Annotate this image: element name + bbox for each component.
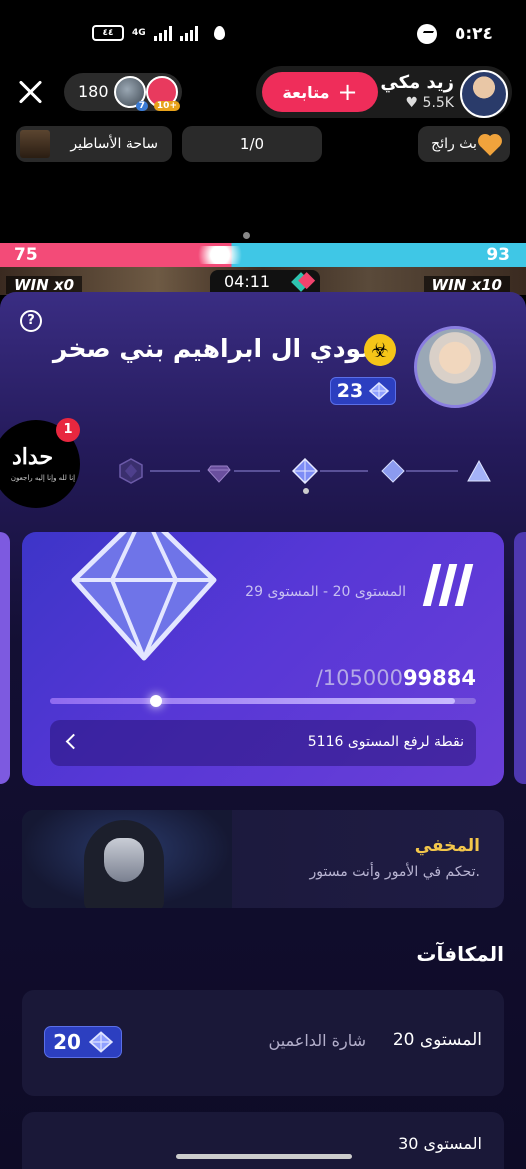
status-icons: ٤٤ 4G: [92, 25, 225, 41]
home-indicator[interactable]: [176, 1154, 352, 1159]
notification-badge: 1: [56, 418, 80, 442]
level-card: المستوى 20 - المستوى 29 /10500099884 511…: [22, 532, 504, 786]
mourning-title: حداد: [12, 444, 54, 470]
tier-roman-numeral: [422, 564, 474, 606]
diamond-icon: [88, 1031, 113, 1053]
viewer-level-badge: 10+: [153, 101, 180, 111]
tier-track: [110, 456, 500, 486]
reward-level: المستوى 30: [398, 1134, 482, 1153]
clock: ٥:٢٤: [455, 24, 493, 44]
stealth-illustration: [22, 810, 232, 908]
host-name: زيد مكي: [380, 72, 454, 93]
next-card-peek[interactable]: [514, 532, 526, 784]
viewer-pill[interactable]: 180 7 10+: [64, 73, 182, 111]
host-pill[interactable]: متابعة + زيد مكي ♥ 5.5K: [256, 66, 512, 118]
tier-4-icon[interactable]: [380, 458, 406, 484]
reward-name: شارة الداعمين: [268, 1031, 366, 1050]
broadcast-label: بث رائج: [431, 136, 477, 152]
biohazard-icon: ☣: [364, 334, 396, 366]
trending-broadcast-button[interactable]: بث رائج: [418, 126, 510, 162]
signal-icon-2: [179, 25, 198, 41]
signal-icon: [153, 25, 172, 41]
tier-2-icon[interactable]: [206, 458, 232, 484]
pk-left-score: 75: [14, 245, 38, 265]
tier-connector: [150, 470, 200, 472]
reward-level-badge: 20: [44, 1026, 122, 1058]
stealth-title: المخفي: [414, 836, 480, 856]
arena-button[interactable]: ساحة الأساطير: [16, 126, 172, 162]
level-sheet: ? حمودي ال ابراهيم بني صخر ☣ 23 حداد إنا…: [0, 292, 526, 1169]
level-range: المستوى 20 - المستوى 29: [245, 584, 406, 600]
viewer-level-badge: 7: [135, 101, 148, 111]
plus-icon: +: [337, 78, 358, 106]
chevron-left-icon: [65, 733, 82, 750]
status-bar: ٤٤ 4G ٥:٢٤: [0, 0, 526, 64]
progress-fill: [50, 698, 456, 704]
mask-icon: [104, 838, 144, 882]
viewer-avatar[interactable]: 10+: [146, 76, 180, 111]
pk-right-score: 93: [486, 245, 510, 265]
progress-numbers: /10500099884: [315, 666, 476, 690]
close-icon[interactable]: [16, 78, 44, 106]
data-saver-icon: [213, 26, 225, 40]
points-needed-row[interactable]: 5116 نقطة لرفع المستوى: [50, 720, 476, 766]
rewards-heading: المكافآت: [416, 942, 504, 966]
broken-heart-icon: [479, 136, 500, 156]
follow-button[interactable]: متابعة +: [262, 72, 378, 112]
arena-label: ساحة الأساطير: [70, 136, 158, 152]
tier-1-icon[interactable]: [118, 458, 144, 484]
stealth-mode-card[interactable]: المخفي تحكم في الأمور وأنت مستور.: [22, 810, 504, 908]
reward-card[interactable]: المستوى 20 شارة الداعمين 20: [22, 990, 504, 1096]
tier-indicator: [303, 488, 309, 494]
diamond-icon: [369, 382, 390, 400]
tier-connector: [234, 470, 280, 472]
viewer-count: 180: [78, 82, 109, 101]
host-avatar[interactable]: [460, 70, 508, 118]
match-score: 1/0: [182, 126, 322, 162]
reward-card[interactable]: المستوى 30: [22, 1112, 504, 1169]
tier-3-icon[interactable]: [292, 458, 318, 484]
help-icon[interactable]: ?: [20, 310, 42, 332]
pk-score-bar: 75 93: [0, 243, 526, 267]
user-avatar[interactable]: [414, 326, 496, 408]
battery-icon: ٤٤: [92, 25, 124, 41]
follow-label: متابعة: [282, 82, 330, 102]
diamond-icon-large: [71, 532, 217, 661]
user-name: حمودي ال ابراهيم بني صخر: [52, 334, 396, 363]
prev-card-peek[interactable]: [0, 532, 10, 784]
messenger-icon: [417, 24, 437, 44]
arena-thumbnail: [20, 130, 50, 158]
tier-connector: [320, 470, 368, 472]
tier-5-icon[interactable]: [466, 458, 492, 484]
host-likes: ♥ 5.5K: [405, 95, 454, 111]
points-needed-text: 5116 نقطة لرفع المستوى: [307, 734, 464, 750]
progress-glow: [150, 695, 162, 707]
pk-timer: 04:11: [210, 270, 320, 294]
network-label: 4G: [132, 28, 146, 38]
progress-bar: [50, 695, 476, 707]
mourning-subtitle: إنا لله وإنا إليه راجعون: [10, 474, 76, 482]
drag-handle[interactable]: [243, 232, 250, 239]
pk-icon: [291, 272, 311, 292]
user-level-badge: 23: [330, 377, 396, 405]
viewer-avatar[interactable]: 7: [114, 76, 148, 111]
heart-small-icon: ♥: [405, 95, 419, 111]
stealth-description: تحكم في الأمور وأنت مستور.: [309, 864, 480, 880]
tier-connector: [406, 470, 458, 472]
reward-level: المستوى 20: [392, 1030, 482, 1050]
pk-glow: [190, 246, 250, 264]
